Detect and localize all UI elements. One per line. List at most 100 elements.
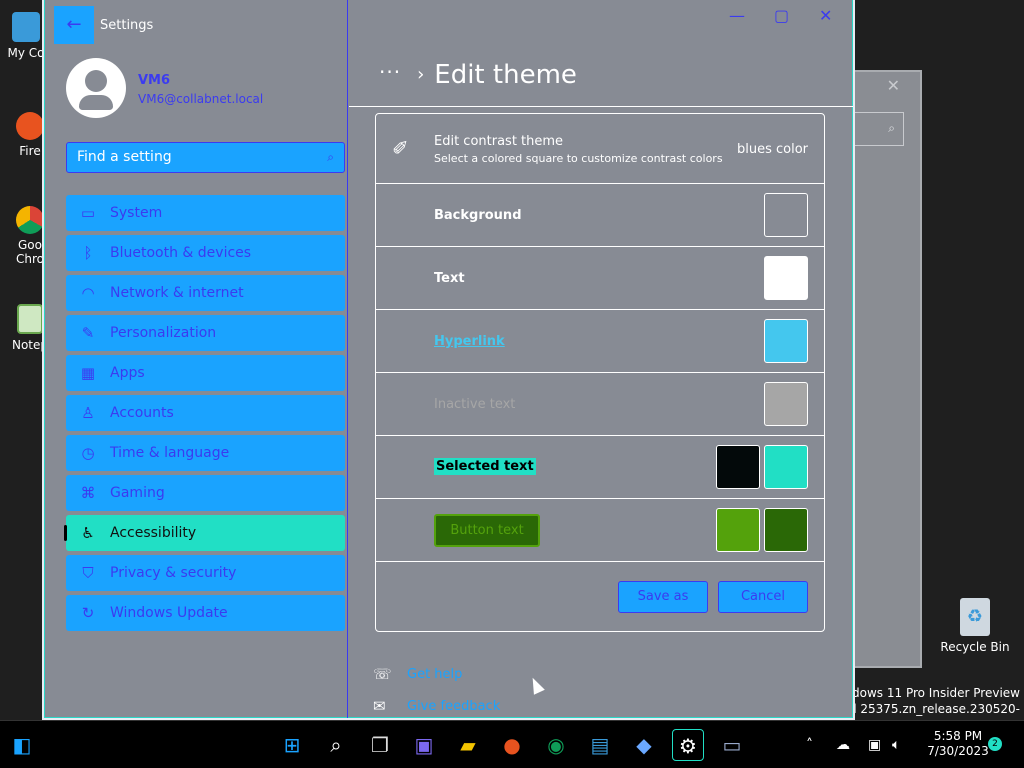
- volume-icon[interactable]: 🔈︎: [892, 721, 900, 768]
- sidebar-item-accounts[interactable]: ♙ Accounts: [66, 395, 345, 431]
- button-text-preview: Button text: [434, 514, 540, 547]
- more-icon[interactable]: ···: [379, 60, 401, 84]
- gamepad-icon: ⌘: [80, 484, 96, 502]
- give-feedback-link[interactable]: ✉ Give feedback: [373, 697, 501, 715]
- clock-time: 5:58 PM: [933, 729, 983, 743]
- hyperlink-label: Hyperlink: [434, 334, 505, 349]
- theme-name: blues color: [736, 142, 808, 157]
- firefox-icon[interactable]: ●: [496, 729, 528, 761]
- search-input[interactable]: Find a setting ⌕: [66, 142, 345, 173]
- chevron-up-icon[interactable]: ˄: [806, 721, 813, 768]
- search-icon: ⌕: [888, 121, 895, 135]
- update-icon: ↻: [81, 604, 95, 622]
- desktop-icon-label: Recycle Bin: [940, 640, 1010, 654]
- help-chat-icon: ☏: [373, 665, 392, 683]
- sidebar-item-label: Gaming: [110, 485, 165, 501]
- sidebar-item-personalization[interactable]: ✎ Personalization: [66, 315, 345, 351]
- get-help-link[interactable]: ☏ Get help: [373, 665, 463, 683]
- button-text-background-swatch[interactable]: [764, 508, 808, 552]
- sidebar-item-label: Accounts: [110, 405, 174, 421]
- sidebar-item-windows-update[interactable]: ↻ Windows Update: [66, 595, 345, 631]
- hyperlink-color-swatch[interactable]: [764, 319, 808, 363]
- hyperlink-row: Hyperlink: [376, 310, 824, 373]
- close-button[interactable]: ✕: [819, 6, 832, 25]
- sidebar-item-label: Apps: [110, 365, 145, 381]
- sidebar-item-system[interactable]: ▭ System: [66, 195, 345, 231]
- remote-desktop-icon[interactable]: ▭: [716, 729, 748, 761]
- task-switcher-icon[interactable]: ❐: [364, 729, 396, 761]
- save-as-button[interactable]: Save as: [618, 581, 708, 613]
- clock-date: 7/30/2023: [927, 744, 989, 758]
- notification-badge[interactable]: 2: [988, 737, 1002, 751]
- sidebar-item-label: Windows Update: [110, 605, 228, 621]
- feedback-icon: ✉: [373, 697, 386, 715]
- background-label: Background: [434, 208, 522, 223]
- shield-icon: ⛉: [82, 564, 94, 582]
- notepad-icon: [17, 304, 43, 334]
- selected-text-background-swatch[interactable]: [764, 445, 808, 489]
- theme-header-row: ✐ Edit contrast theme Select a colored s…: [376, 114, 824, 184]
- search-placeholder: Find a setting: [77, 149, 172, 165]
- sidebar-item-time-language[interactable]: ◷ Time & language: [66, 435, 345, 471]
- avatar[interactable]: [66, 58, 126, 118]
- task-view-icon[interactable]: ◧: [6, 729, 38, 761]
- background-close-icon[interactable]: ✕: [887, 76, 900, 95]
- user-name: VM6: [138, 73, 171, 88]
- user-email: VM6@collabnet.local: [138, 92, 264, 106]
- main-content: — ▢ ✕ ··· › Edit theme ✐ Edit contrast the…: [349, 0, 853, 718]
- inactive-text-row: Inactive text: [376, 373, 824, 436]
- back-button[interactable]: ←: [54, 6, 94, 44]
- pen-icon: ✎: [81, 324, 95, 342]
- avatar-body: [79, 95, 113, 110]
- sidebar-item-apps[interactable]: ▦ Apps: [66, 355, 345, 391]
- file-explorer-icon[interactable]: ▰: [452, 729, 484, 761]
- control-panel-icon[interactable]: ▤: [584, 729, 616, 761]
- sidebar-item-network[interactable]: ◠ Network & internet: [66, 275, 345, 311]
- onedrive-icon[interactable]: ☁: [836, 721, 850, 768]
- settings-gear-icon[interactable]: ⚙: [672, 729, 704, 761]
- sidebar-item-label: Bluetooth & devices: [110, 245, 252, 261]
- background-color-swatch[interactable]: [764, 193, 808, 237]
- desktop-icon-recycle-bin[interactable]: ♻ Recycle Bin: [935, 598, 1015, 654]
- header-divider: [349, 106, 853, 107]
- clock[interactable]: 5:58 PM 7/30/2023: [918, 729, 998, 759]
- apps-icon: ▦: [80, 364, 96, 382]
- wifi-icon: ◠: [81, 284, 95, 302]
- button-text-foreground-swatch[interactable]: [716, 508, 760, 552]
- background-search-box[interactable]: ⌕: [854, 112, 904, 146]
- app-title: Settings: [100, 18, 154, 33]
- person-icon: ♙: [81, 404, 95, 422]
- start-icon[interactable]: ⊞: [276, 729, 308, 761]
- sidebar-item-label: Network & internet: [110, 285, 244, 301]
- theme-header-subtitle: Select a colored square to customize con…: [434, 152, 723, 165]
- cancel-button[interactable]: Cancel: [718, 581, 808, 613]
- text-color-swatch[interactable]: [764, 256, 808, 300]
- selected-text-foreground-swatch[interactable]: [716, 445, 760, 489]
- sidebar-item-label: Time & language: [110, 445, 230, 461]
- settings-window: ← Settings VM6 VM6@collabnet.local Find …: [42, 0, 855, 720]
- sidebar-item-privacy[interactable]: ⛉ Privacy & security: [66, 555, 345, 591]
- minimize-button[interactable]: —: [729, 6, 745, 25]
- give-feedback-label: Give feedback: [407, 699, 501, 714]
- background-row: Background: [376, 184, 824, 247]
- network-icon[interactable]: ▣: [868, 721, 881, 768]
- get-help-label: Get help: [407, 667, 463, 682]
- maximize-button[interactable]: ▢: [774, 6, 789, 25]
- breadcrumb: ··· › Edit theme: [379, 60, 577, 90]
- sidebar-item-accessibility[interactable]: ♿ Accessibility: [64, 515, 345, 551]
- sidebar-item-gaming[interactable]: ⌘ Gaming: [66, 475, 345, 511]
- chrome-icon[interactable]: ◉: [540, 729, 572, 761]
- inactive-text-color-swatch[interactable]: [764, 382, 808, 426]
- teams-chat-icon[interactable]: ▣: [408, 729, 440, 761]
- button-text-row: Button text: [376, 499, 824, 562]
- search-icon[interactable]: ⌕: [320, 729, 352, 761]
- chevron-right-icon: ›: [417, 64, 425, 85]
- avatar-head: [85, 70, 107, 92]
- inactive-text-label: Inactive text: [434, 397, 516, 412]
- text-row: Text: [376, 247, 824, 310]
- copilot-icon[interactable]: ◆: [628, 729, 660, 761]
- taskbar: ◧ ⊞ ⌕ ❐ ▣ ▰ ● ◉ ▤ ◆ ⚙ ▭ ˄ ☁ ▣ 🔈︎ 5:58 PM…: [0, 720, 1024, 768]
- clock-globe-icon: ◷: [81, 444, 95, 462]
- sidebar-item-bluetooth[interactable]: ᛒ Bluetooth & devices: [66, 235, 345, 271]
- search-icon: ⌕: [327, 150, 334, 164]
